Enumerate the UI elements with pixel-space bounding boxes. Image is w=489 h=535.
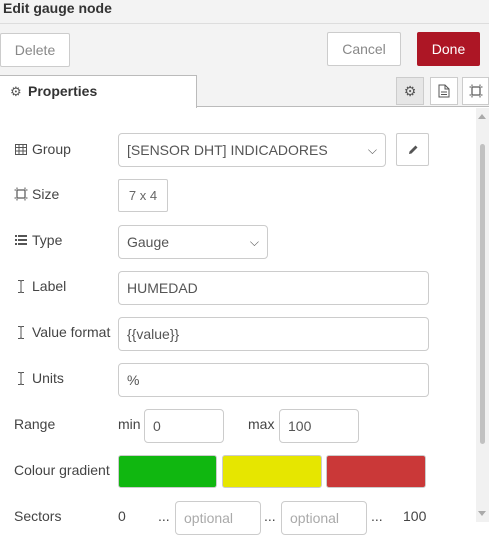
text-cursor-icon	[14, 279, 28, 293]
range-min-label: min	[118, 416, 141, 432]
dialog-title: Edit gauge node	[0, 0, 489, 24]
colour-swatch-low[interactable]	[118, 455, 217, 488]
scroll-up-arrow[interactable]	[478, 114, 486, 119]
type-select-value: Gauge	[127, 234, 170, 250]
type-select[interactable]: Gauge ⌵	[118, 225, 268, 259]
chevron-down-icon: ⌵	[249, 235, 259, 249]
group-label: Group	[14, 141, 71, 157]
chevron-down-icon: ⌵	[367, 143, 377, 157]
label-label-text: Label	[32, 278, 67, 294]
label-input[interactable]: HUMEDAD	[118, 271, 429, 305]
group-select[interactable]: [SENSOR DHT] INDICADORES ⌵	[118, 133, 386, 167]
text-cursor-icon	[14, 325, 28, 339]
cancel-button[interactable]: Cancel	[327, 32, 401, 66]
colour-swatch-high[interactable]	[326, 455, 426, 488]
tab-properties[interactable]: ⚙ Properties	[0, 75, 197, 108]
list-icon	[14, 235, 28, 245]
gear-icon: ⚙	[403, 82, 417, 99]
units-label: Units	[14, 370, 64, 386]
gear-icon: ⚙	[10, 84, 22, 99]
frame-icon	[14, 187, 28, 201]
range-label: Range	[14, 416, 56, 432]
sector-threshold-1-input[interactable]: optional	[175, 501, 261, 535]
range-max-label: max	[248, 416, 275, 432]
type-label-text: Type	[32, 232, 63, 248]
colour-swatch-mid[interactable]	[222, 455, 322, 488]
colour-gradient-label: Colour gradient	[14, 462, 110, 478]
size-picker-button[interactable]: 7 x 4	[118, 179, 168, 212]
value-format-input[interactable]: {{value}}	[118, 317, 429, 351]
value-format-label-text: Value format	[32, 324, 111, 340]
size-label: Size	[14, 186, 59, 202]
delete-button[interactable]: Delete	[0, 33, 70, 67]
document-icon	[438, 84, 450, 98]
done-button[interactable]: Done	[417, 32, 480, 66]
group-label-text: Group	[32, 141, 71, 157]
vertical-scrollbar[interactable]	[476, 108, 489, 522]
placeholder-text: optional	[290, 510, 340, 526]
label-label: Label	[14, 278, 66, 294]
size-label-text: Size	[32, 186, 60, 202]
dialog-toolbar: Delete Cancel Done	[0, 24, 489, 75]
value-format-label: Value format	[14, 324, 110, 340]
sector-threshold-2-input[interactable]: optional	[281, 501, 367, 535]
units-input[interactable]: %	[118, 363, 429, 397]
placeholder-text: optional	[184, 510, 234, 526]
pencil-icon	[408, 145, 417, 154]
tab-description[interactable]	[430, 77, 458, 105]
edit-group-button[interactable]	[396, 133, 429, 166]
tab-bar: ⚙ Properties ⚙	[0, 75, 489, 108]
scroll-thumb[interactable]	[480, 144, 485, 444]
text-cursor-icon	[14, 371, 28, 385]
tab-appearance[interactable]	[462, 77, 489, 105]
table-icon	[14, 143, 28, 155]
range-min-input[interactable]: 0	[144, 409, 224, 443]
tab-settings[interactable]: ⚙	[396, 77, 424, 105]
tab-properties-label: Properties	[28, 83, 98, 99]
type-label: Type	[14, 232, 62, 248]
scroll-down-arrow[interactable]	[478, 511, 486, 516]
units-label-text: Units	[32, 370, 64, 386]
range-max-input[interactable]: 100	[279, 409, 359, 443]
frame-icon	[469, 84, 482, 98]
group-select-value: [SENSOR DHT] INDICADORES	[127, 142, 328, 158]
